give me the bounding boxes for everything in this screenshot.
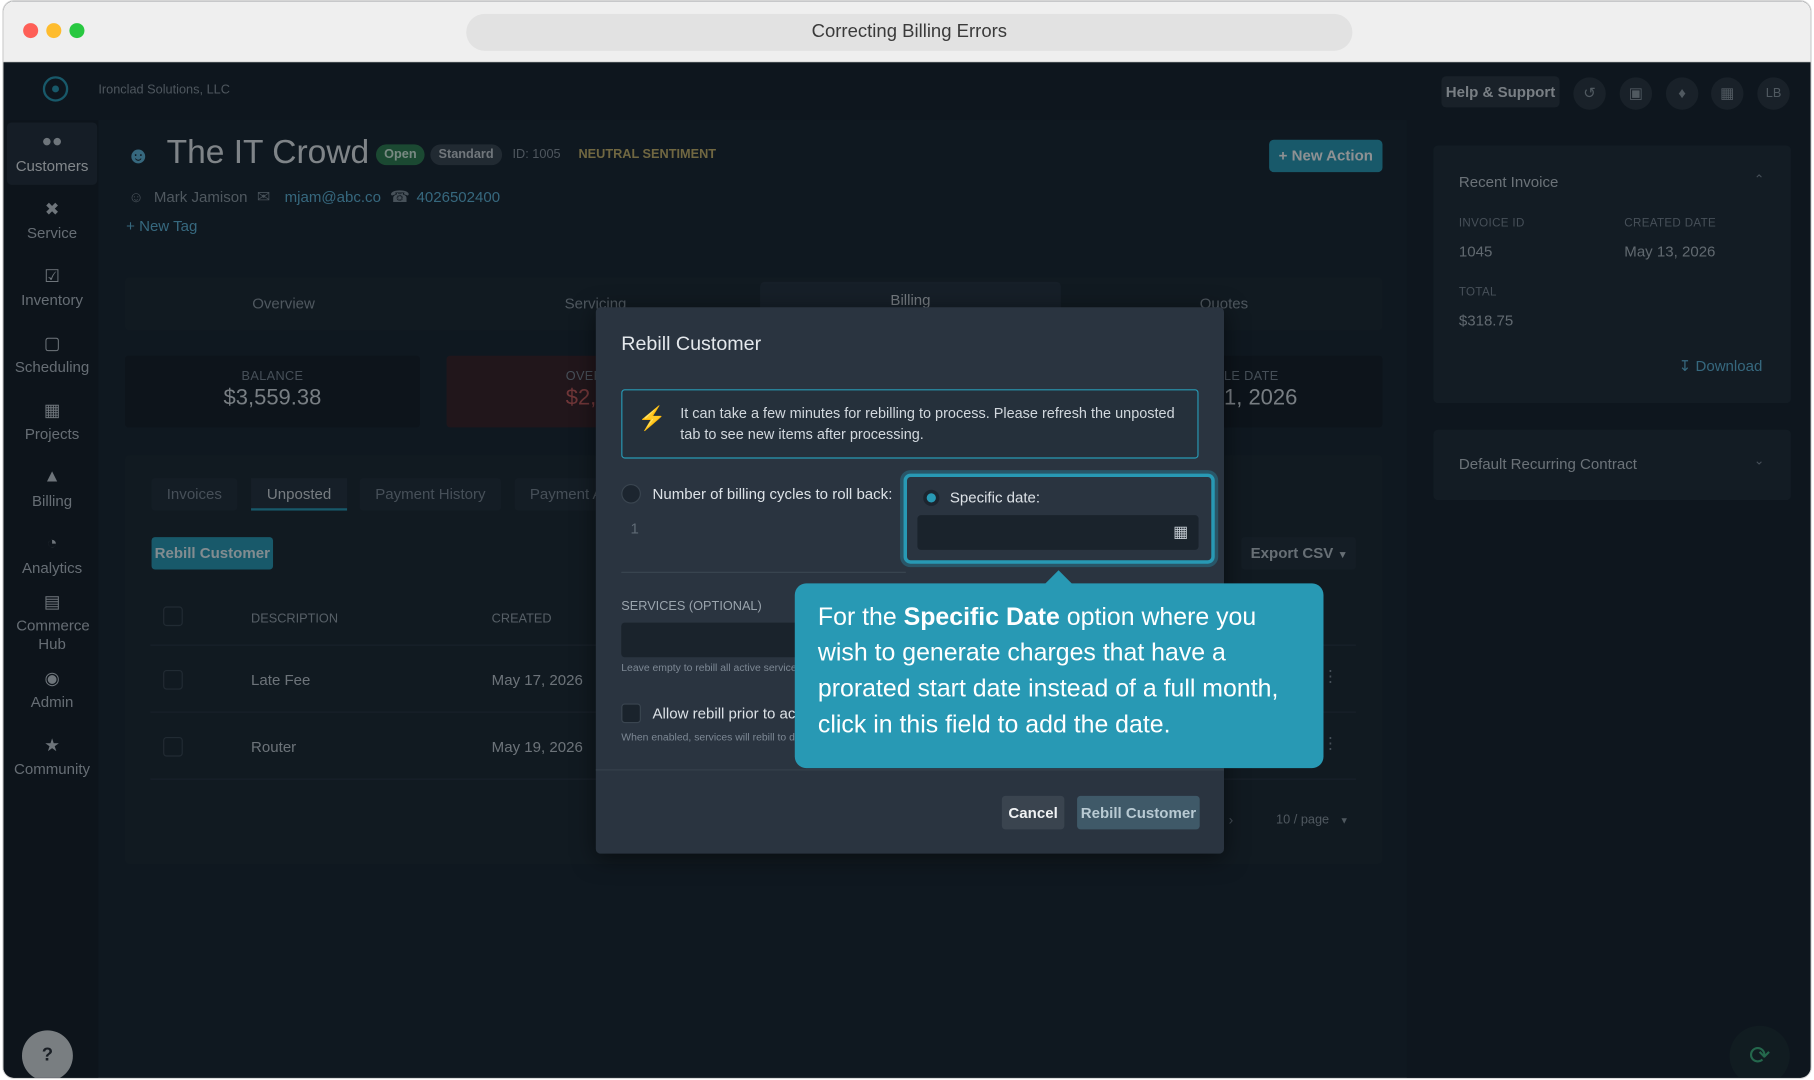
info-alert: ⚡ It can take a few minutes for rebillin… [621, 389, 1199, 459]
lightbulb-icon: ⚡ [637, 406, 667, 433]
app-body: Ironclad Solutions, LLC Help & Support ↺… [3, 62, 1811, 1078]
close-window-button[interactable] [23, 23, 39, 39]
title-bar: Correcting Billing Errors [3, 1, 1811, 63]
divider [621, 571, 906, 573]
services-hint: Leave empty to rebill all active service [621, 661, 797, 674]
billing-cycles-label: Number of billing cycles to roll back: [652, 485, 893, 503]
specific-date-option[interactable]: Specific date: ▦ [903, 473, 1215, 564]
billing-cycles-input[interactable]: 1 [631, 520, 639, 537]
confirm-rebill-button[interactable]: Rebill Customer [1077, 795, 1200, 830]
allow-rebill-label: Allow rebill prior to ac [652, 704, 796, 722]
services-label: SERVICES (OPTIONAL) [621, 599, 762, 614]
billing-cycles-radio[interactable] [621, 483, 641, 504]
specific-date-input[interactable]: ▦ [917, 515, 1199, 550]
tooltip-text-bold: Specific Date [903, 602, 1060, 631]
calendar-icon[interactable]: ▦ [1173, 522, 1188, 542]
maximize-window-button[interactable] [69, 23, 85, 39]
specific-date-label: Specific date: [949, 488, 1041, 506]
guide-tooltip: For the Specific Date option where you w… [794, 583, 1324, 769]
cancel-button[interactable]: Cancel [1001, 795, 1065, 830]
divider [595, 769, 1225, 771]
rebill-customer-modal: Rebill Customer ⚡ It can take a few minu… [595, 307, 1225, 854]
allow-rebill-hint: When enabled, services will rebill to d [621, 731, 795, 743]
window-title: Correcting Billing Errors [466, 13, 1353, 51]
modal-title: Rebill Customer [621, 332, 762, 355]
info-text: It can take a few minutes for rebilling … [680, 405, 1175, 443]
specific-date-radio[interactable] [923, 489, 940, 506]
allow-rebill-checkbox[interactable] [621, 703, 641, 724]
minimize-window-button[interactable] [46, 23, 62, 39]
tooltip-text-start: For the [817, 602, 904, 631]
app-window: Correcting Billing Errors Ironclad Solut… [2, 0, 1812, 1079]
